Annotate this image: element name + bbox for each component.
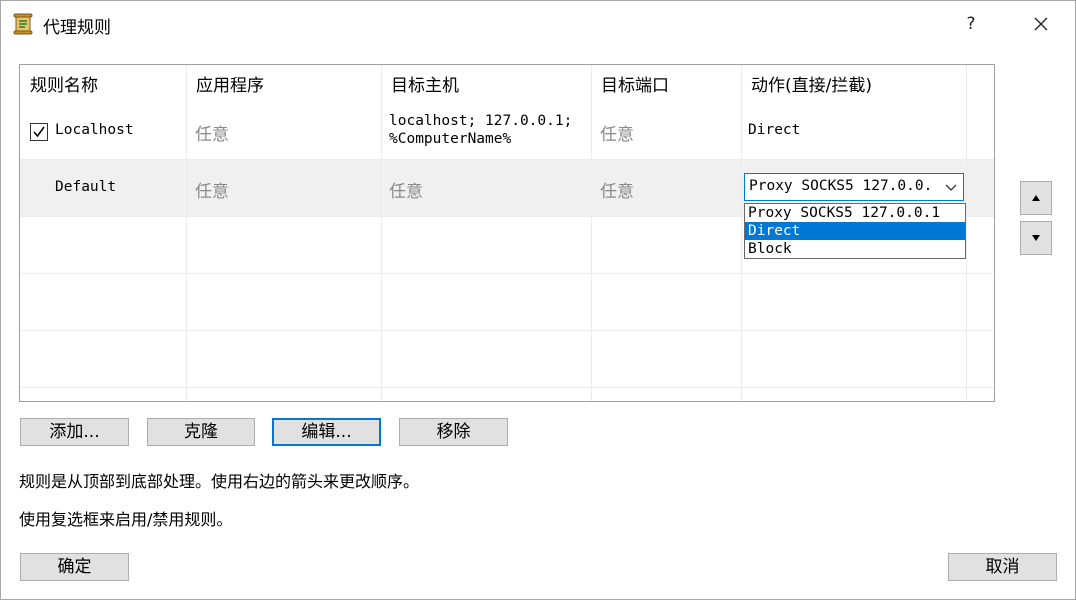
column-header-target-port[interactable]: 目标端口 <box>591 65 741 107</box>
rule-host-line1: localhost; 127.0.0.1; <box>389 113 573 129</box>
rule-application: 任意 <box>195 125 229 145</box>
rule-name: Default <box>55 179 117 195</box>
action-combobox[interactable]: Proxy SOCKS5 127.0.0. <box>744 173 964 201</box>
move-up-button[interactable] <box>1020 181 1052 215</box>
dropdown-option-direct[interactable]: Direct <box>745 222 965 240</box>
dropdown-option-proxy[interactable]: Proxy SOCKS5 127.0.0.1 <box>745 204 965 222</box>
rule-host-line2: %ComputerName% <box>389 131 512 147</box>
column-header-application[interactable]: 应用程序 <box>186 65 381 107</box>
close-button[interactable] <box>1019 9 1063 39</box>
column-header-action[interactable]: 动作(直接/拦截) <box>741 65 966 107</box>
clone-button[interactable]: 克隆 <box>147 418 255 446</box>
scroll-icon <box>13 13 33 35</box>
proxy-rules-dialog: 代理规则 ? 规则名称 应用程序 目标主机 目标端口 动作(直接/拦截) Loc… <box>0 0 1076 600</box>
rule-port: 任意 <box>600 182 634 202</box>
column-header-rule-name[interactable]: 规则名称 <box>20 65 186 107</box>
dropdown-option-block[interactable]: Block <box>745 240 965 258</box>
triangle-down-icon <box>1032 235 1040 241</box>
close-icon <box>1034 17 1048 31</box>
action-dropdown-list[interactable]: Proxy SOCKS5 127.0.0.1 Direct Block <box>744 203 966 259</box>
info-text-checkbox: 使用复选框来启用/禁用规则。 <box>19 510 233 529</box>
info-text-order: 规则是从顶部到底部处理。使用右边的箭头来更改顺序。 <box>19 472 420 491</box>
rules-table[interactable]: 规则名称 应用程序 目标主机 目标端口 动作(直接/拦截) Localhost … <box>19 64 995 402</box>
window-title: 代理规则 <box>43 18 111 38</box>
chevron-down-icon <box>945 184 957 191</box>
action-combobox-value: Proxy SOCKS5 127.0.0. <box>749 178 933 194</box>
triangle-up-icon <box>1032 195 1040 201</box>
title-bar: 代理规则 ? <box>1 1 1075 47</box>
column-header-target-host[interactable]: 目标主机 <box>381 65 591 107</box>
cancel-button[interactable]: 取消 <box>948 553 1057 581</box>
rule-host: 任意 <box>389 182 423 202</box>
help-button[interactable]: ? <box>949 9 993 39</box>
rule-action: Direct <box>748 122 801 138</box>
rule-enabled-checkbox[interactable] <box>30 123 48 141</box>
checkmark-icon <box>33 126 45 138</box>
rule-port: 任意 <box>600 125 634 145</box>
ok-button[interactable]: 确定 <box>20 553 129 581</box>
remove-button[interactable]: 移除 <box>399 418 508 446</box>
add-button[interactable]: 添加... <box>20 418 129 446</box>
move-down-button[interactable] <box>1020 221 1052 255</box>
edit-button[interactable]: 编辑... <box>272 418 381 446</box>
rule-name: Localhost <box>55 122 134 138</box>
rule-application: 任意 <box>195 182 229 202</box>
